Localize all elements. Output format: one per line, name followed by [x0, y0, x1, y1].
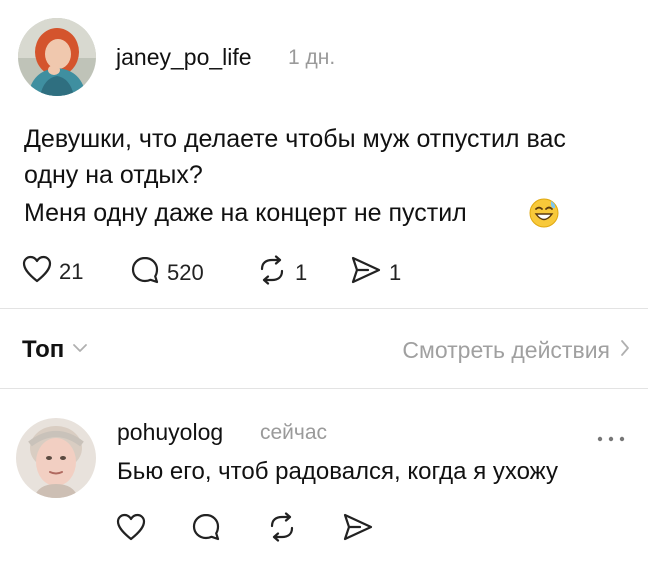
chevron-right-icon [620, 339, 630, 362]
reply-time: сейчас [260, 421, 328, 444]
repost-button[interactable]: 1 [256, 255, 307, 290]
post-text-line-3: Меня одну даже на концерт не пустил [24, 199, 467, 227]
repost-icon [256, 255, 288, 290]
post-text-line-1: Девушки, что делаете чтобы муж отпустил … [24, 125, 566, 153]
post-username[interactable]: janey_po_life [116, 44, 252, 71]
like-count: 21 [59, 258, 84, 284]
more-options-button[interactable] [596, 430, 626, 448]
reply-text: Бью его, чтоб радовался, когда я ухожу [117, 458, 558, 485]
like-button[interactable]: 21 [22, 255, 83, 288]
reply-author-avatar[interactable] [16, 418, 96, 498]
view-activity-link[interactable]: Смотреть действия [402, 337, 630, 364]
reply-username[interactable]: pohuyolog [117, 419, 223, 446]
ellipsis-icon [596, 430, 626, 447]
share-button[interactable]: 1 [350, 255, 401, 290]
reply-repost-button[interactable] [266, 512, 298, 547]
comment-button[interactable]: 520 [130, 255, 204, 290]
repost-count: 1 [295, 259, 308, 285]
reply-like-button[interactable] [116, 513, 146, 546]
reply-share-button[interactable] [342, 512, 374, 547]
heart-icon [116, 513, 146, 546]
grinning-sweat-emoji-icon [529, 198, 559, 233]
divider-top [0, 308, 648, 309]
reply-comment-button[interactable] [191, 512, 221, 547]
speech-bubble-icon [191, 512, 221, 547]
post-time: 1 дн. [288, 46, 336, 69]
speech-bubble-icon [130, 255, 160, 290]
comment-count: 520 [167, 259, 204, 285]
share-count: 1 [389, 259, 402, 285]
chevron-down-icon [72, 341, 88, 359]
sort-label: Топ [22, 336, 65, 363]
divider-bottom [0, 388, 648, 389]
repost-icon [266, 512, 298, 547]
send-icon [350, 255, 382, 290]
post-text-line-2: одну на отдых? [24, 161, 203, 189]
view-activity-label: Смотреть действия [402, 337, 610, 363]
post-author-avatar[interactable] [18, 18, 96, 96]
send-icon [342, 512, 374, 547]
sort-dropdown[interactable]: Топ [22, 336, 88, 364]
heart-icon [22, 255, 52, 288]
